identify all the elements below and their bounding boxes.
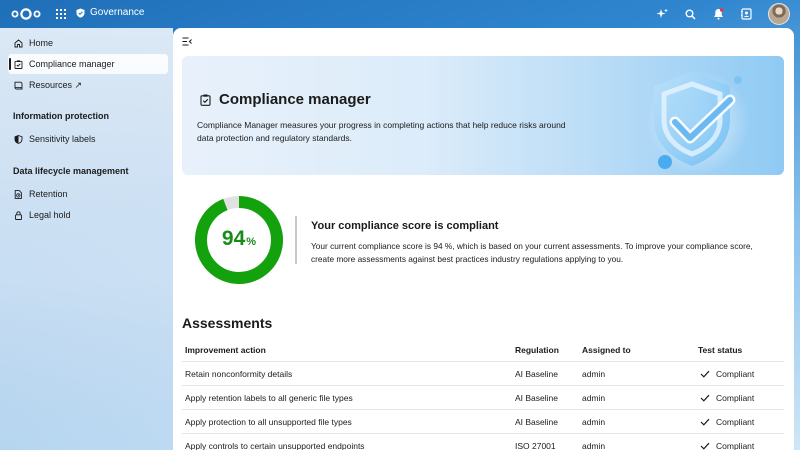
app-title[interactable]: Governance — [76, 7, 144, 18]
cell-improvement-action: Apply protection to all unsupported file… — [185, 417, 352, 427]
column-header-improvement-action[interactable]: Improvement action — [185, 338, 266, 362]
cell-regulation: ISO 27001 — [515, 441, 556, 450]
column-header-assigned-to[interactable]: Assigned to — [582, 338, 631, 362]
score-description: Your current compliance score is 94 %, w… — [311, 241, 753, 264]
status-text: Compliant — [716, 393, 755, 403]
sidebar-item-label: Home — [29, 38, 54, 48]
section-heading-information-protection: Information protection — [13, 111, 109, 121]
sidebar-item-label: Legal hold — [29, 210, 71, 220]
clipboard-check-icon — [14, 59, 23, 69]
assessments-table: Improvement action Regulation Assigned t… — [182, 338, 784, 450]
collapse-sidebar-icon[interactable] — [182, 37, 192, 46]
sidebar-item-retention[interactable]: Retention — [8, 184, 168, 204]
checkmark-icon — [700, 370, 710, 378]
compliance-score-value: 94% — [194, 227, 284, 251]
cell-regulation: AI Baseline — [515, 417, 558, 427]
table-row[interactable]: Retain nonconformity details AI Baseline… — [182, 362, 784, 386]
column-header-test-status[interactable]: Test status — [698, 338, 742, 362]
page-title-text: Compliance manager — [219, 91, 371, 108]
top-bar: Governance — [0, 0, 800, 28]
cell-assigned-to: admin — [582, 393, 606, 403]
status-text: Compliant — [716, 369, 755, 379]
hero-banner: Compliance manager Compliance Manager me… — [182, 56, 784, 175]
file-clock-icon — [14, 189, 22, 199]
shield-icon — [76, 8, 85, 18]
table-row[interactable]: Apply controls to certain unsupported en… — [182, 434, 784, 450]
section-heading-data-lifecycle: Data lifecycle management — [13, 166, 129, 176]
sidebar-item-resources[interactable]: Resources ↗ — [8, 75, 168, 95]
lock-icon — [15, 210, 22, 220]
score-percent-sign: % — [246, 236, 257, 248]
cell-improvement-action: Apply controls to certain unsupported en… — [185, 441, 365, 450]
checkmark-icon — [700, 418, 710, 426]
sidebar-item-label: Retention — [29, 189, 68, 199]
nextcloud-logo[interactable] — [9, 7, 43, 21]
cell-test-status: Compliant — [700, 362, 754, 386]
table-row[interactable]: Apply protection to all unsupported file… — [182, 410, 784, 434]
column-header-regulation[interactable]: Regulation — [515, 338, 559, 362]
clipboard-check-icon — [200, 94, 211, 106]
assistant-sparkle-icon[interactable] — [656, 8, 668, 20]
app-name: Governance — [90, 7, 145, 18]
sidebar-item-label: Compliance manager — [29, 59, 115, 69]
status-text: Compliant — [716, 441, 755, 450]
sidebar: Home Compliance manager Resources ↗ Info… — [0, 28, 173, 450]
cell-test-status: Compliant — [700, 410, 754, 434]
checkmark-icon — [700, 394, 710, 402]
cell-assigned-to: admin — [582, 441, 606, 450]
user-avatar[interactable] — [768, 3, 790, 25]
home-icon — [14, 38, 23, 47]
contacts-icon[interactable] — [740, 8, 752, 20]
cell-assigned-to: admin — [582, 417, 606, 427]
sidebar-item-legal-hold[interactable]: Legal hold — [8, 205, 168, 225]
cell-test-status: Compliant — [700, 434, 754, 450]
sidebar-item-compliance-manager[interactable]: Compliance manager — [8, 54, 168, 74]
assessments-heading: Assessments — [182, 315, 273, 331]
page-description: Compliance Manager measures your progres… — [197, 120, 566, 143]
score-title: Your compliance score is compliant — [311, 220, 499, 232]
status-text: Compliant — [716, 417, 755, 427]
sidebar-item-sensitivity-labels[interactable]: Sensitivity labels — [8, 129, 168, 149]
sidebar-item-label: Sensitivity labels — [29, 134, 96, 144]
table-row[interactable]: Apply retention labels to all generic fi… — [182, 386, 784, 410]
cell-test-status: Compliant — [700, 386, 754, 410]
cell-regulation: AI Baseline — [515, 393, 558, 403]
score-divider — [295, 216, 297, 264]
top-right-actions — [656, 3, 790, 25]
shield-half-icon — [14, 134, 23, 144]
apps-grid-icon[interactable] — [56, 9, 66, 19]
cell-improvement-action: Retain nonconformity details — [185, 369, 293, 379]
cell-assigned-to: admin — [582, 369, 606, 379]
sidebar-item-home[interactable]: Home — [8, 33, 168, 53]
book-icon — [14, 81, 23, 89]
search-icon[interactable] — [684, 8, 696, 20]
sidebar-item-label: Resources ↗ — [29, 79, 83, 90]
cell-improvement-action: Apply retention labels to all generic fi… — [185, 393, 353, 403]
page-title: Compliance manager — [200, 91, 371, 108]
notifications-bell-icon[interactable] — [712, 8, 724, 20]
table-header-row: Improvement action Regulation Assigned t… — [182, 338, 784, 362]
main-content: Compliance manager Compliance Manager me… — [173, 28, 794, 450]
cell-regulation: AI Baseline — [515, 369, 558, 379]
checkmark-icon — [700, 442, 710, 450]
shield-check-illustration — [646, 70, 750, 172]
score-number: 94 — [221, 227, 246, 250]
